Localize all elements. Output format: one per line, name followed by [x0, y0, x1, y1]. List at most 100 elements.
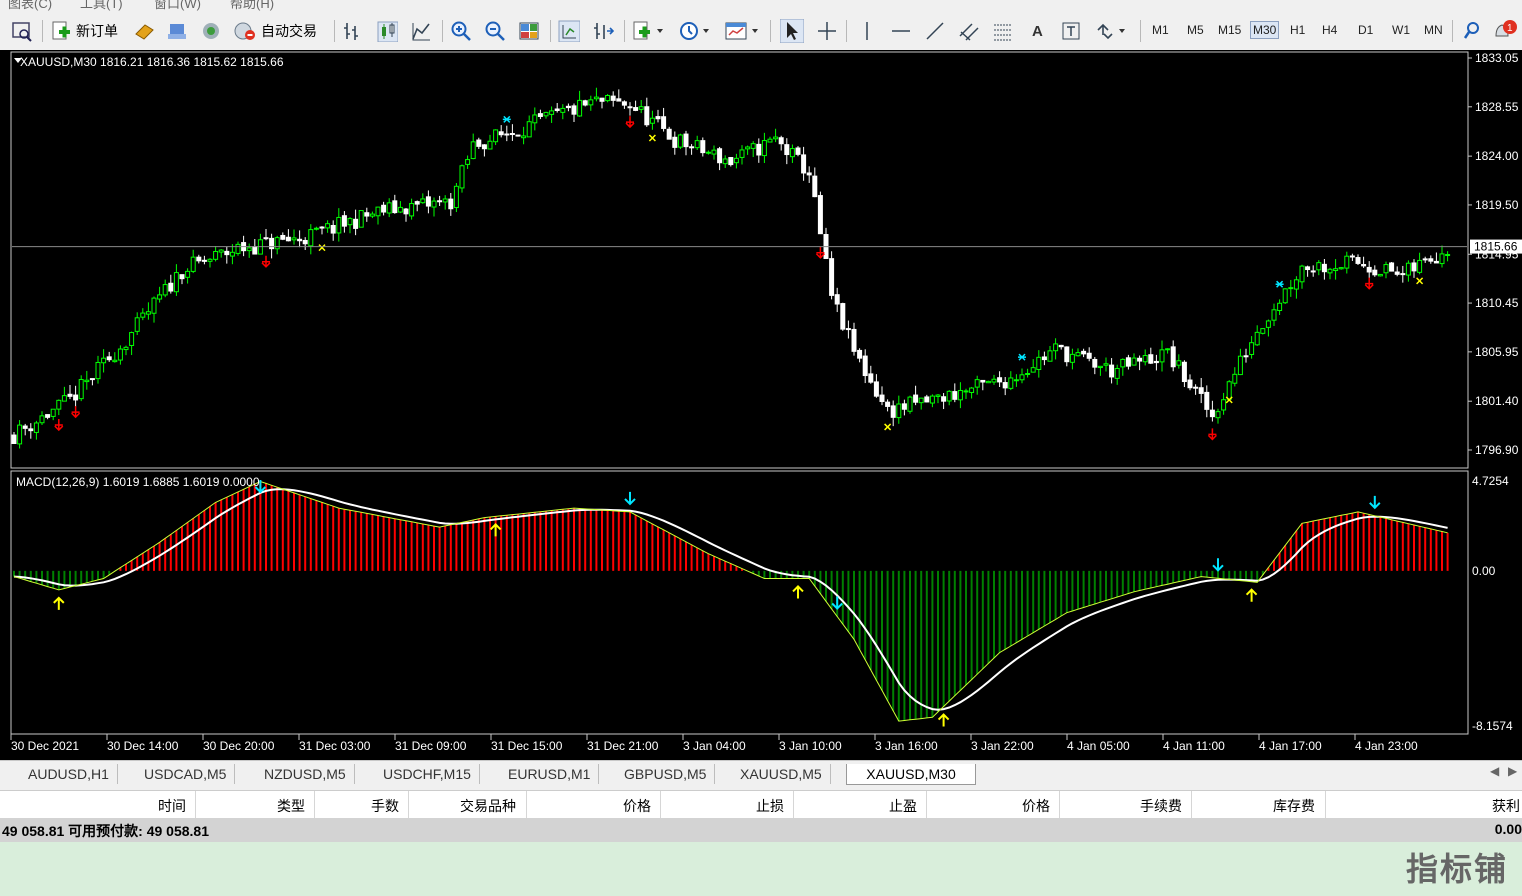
tab-gbpusd-m5[interactable]: GBPUSD,M5 [616, 764, 716, 784]
indicators-icon[interactable] [632, 19, 666, 43]
candle-body [935, 394, 941, 397]
crosshair-icon[interactable] [816, 19, 838, 43]
navigator-icon[interactable] [166, 19, 188, 43]
col-stop-loss[interactable]: 止损 [756, 796, 784, 816]
tile-windows-icon[interactable] [518, 19, 540, 43]
tab-audusd-h1[interactable]: AUDUSD,H1 [20, 764, 118, 784]
candle-body [280, 234, 286, 240]
menu-help[interactable]: 帮助(H) [230, 0, 274, 12]
candle-body [1355, 257, 1361, 264]
tab-usdchf-m15[interactable]: USDCHF,M15 [375, 764, 480, 784]
menu-window[interactable]: 窗口(W) [154, 0, 201, 12]
col-type[interactable]: 类型 [277, 796, 305, 816]
text-label-icon[interactable] [1060, 19, 1082, 43]
candle-body [980, 379, 986, 383]
trendline-icon[interactable] [924, 19, 946, 43]
col-symbol[interactable]: 交易品种 [460, 796, 516, 816]
candle-body [297, 238, 303, 242]
candle-body [1170, 346, 1176, 368]
col-profit[interactable]: 获利 [1492, 796, 1520, 816]
cursor-icon[interactable] [780, 19, 804, 43]
col-swap[interactable]: 库存费 [1273, 796, 1315, 816]
tab-usdcad-m5[interactable]: USDCAD,M5 [136, 764, 236, 784]
bar-chart-icon[interactable] [342, 19, 364, 43]
tab-xauusd-m30[interactable]: XAUUSD,M30 [846, 764, 976, 785]
signals-icon[interactable] [200, 19, 222, 43]
templates-icon[interactable] [724, 19, 762, 43]
chart-properties-icon[interactable] [10, 19, 34, 43]
candlestick-chart-icon[interactable] [376, 19, 398, 43]
candle-body [291, 237, 297, 241]
market-watch-icon[interactable] [133, 19, 155, 43]
col-lots[interactable]: 手数 [371, 796, 399, 816]
auto-scroll-icon[interactable] [592, 19, 614, 43]
col-current-price[interactable]: 价格 [1022, 796, 1050, 816]
candle-body [907, 396, 913, 412]
timeframe-m30[interactable]: M30 [1250, 21, 1280, 39]
candle-body [649, 117, 655, 124]
candle-body [689, 146, 695, 149]
col-take-profit[interactable]: 止盈 [889, 796, 917, 816]
vertical-line-icon[interactable] [856, 19, 878, 43]
timeframe-h4[interactable]: H4 [1322, 23, 1337, 37]
candle-body [1405, 262, 1411, 276]
line-chart-icon[interactable] [410, 19, 432, 43]
zoom-in-icon[interactable] [450, 19, 472, 43]
candle-body [924, 396, 930, 403]
equidistant-channel-icon[interactable] [958, 19, 980, 43]
tab-xauusd-m5[interactable]: XAUUSD,M5 [732, 764, 831, 784]
candle-body [1377, 273, 1383, 277]
candle-body [1305, 266, 1311, 271]
candle-body [1361, 264, 1367, 267]
periods-icon[interactable] [678, 19, 712, 43]
candle-body [1249, 342, 1255, 355]
macd-axis-label: 0.00 [1472, 564, 1496, 578]
candle-body [173, 272, 179, 293]
tab-nzdusd-m5[interactable]: NZDUSD,M5 [256, 764, 355, 784]
chart-window[interactable]: 1833.05 1828.55 1824.00 1819.50 1814.95 1810.… [0, 50, 1522, 760]
candle-body [162, 284, 168, 296]
col-commission[interactable]: 手续费 [1140, 796, 1182, 816]
timeframe-w1[interactable]: W1 [1392, 23, 1410, 37]
candle-body [661, 116, 667, 129]
candle-body [1400, 273, 1406, 276]
new-order-button[interactable]: 新订单 [50, 19, 118, 43]
horizontal-line-icon[interactable] [890, 19, 912, 43]
candle-body [465, 159, 471, 165]
candle-body [437, 200, 443, 203]
arrows-icon[interactable] [1094, 19, 1128, 43]
timeframe-m1[interactable]: M1 [1152, 23, 1169, 37]
candle-body [364, 212, 370, 217]
timeframe-d1[interactable]: D1 [1358, 23, 1373, 37]
timeframe-m5[interactable]: M5 [1187, 23, 1204, 37]
candle-body [873, 381, 879, 397]
menu-tools[interactable]: 工具(T) [80, 0, 123, 12]
tab-eurusd-m1[interactable]: EURUSD,M1 [500, 764, 600, 784]
search-icon[interactable] [1462, 19, 1482, 43]
timeframe-mn[interactable]: MN [1424, 23, 1443, 37]
time-axis-label: 31 Dec 21:00 [587, 739, 659, 753]
candle-body [353, 218, 359, 229]
candle-body [554, 108, 560, 111]
timeframe-h1[interactable]: H1 [1290, 23, 1305, 37]
notification-icon[interactable]: 1 [1490, 19, 1520, 43]
col-price[interactable]: 价格 [623, 796, 651, 816]
tab-scroll-right-icon[interactable]: ▶ [1508, 764, 1517, 778]
candle-body [89, 378, 95, 381]
col-time[interactable]: 时间 [158, 796, 186, 816]
auto-trading-button[interactable]: 自动交易 [233, 19, 317, 43]
chart-shift-icon[interactable] [558, 19, 580, 43]
candle-body [229, 251, 235, 257]
timeframe-m15[interactable]: M15 [1218, 23, 1241, 37]
candle-body [1310, 270, 1316, 273]
candle-body [1148, 354, 1154, 364]
zoom-out-icon[interactable] [484, 19, 506, 43]
menu-chart[interactable]: 图表(C) [8, 0, 52, 12]
text-icon[interactable]: A [1028, 19, 1048, 43]
fibonacci-icon[interactable] [992, 19, 1014, 43]
svg-text:A: A [1032, 23, 1043, 40]
tab-scroll-left-icon[interactable]: ◀ [1490, 764, 1499, 778]
candle-body [1433, 260, 1439, 264]
candle-body [369, 213, 375, 217]
price-chart[interactable]: 1833.051828.551824.001819.501814.951810.… [0, 50, 1522, 760]
